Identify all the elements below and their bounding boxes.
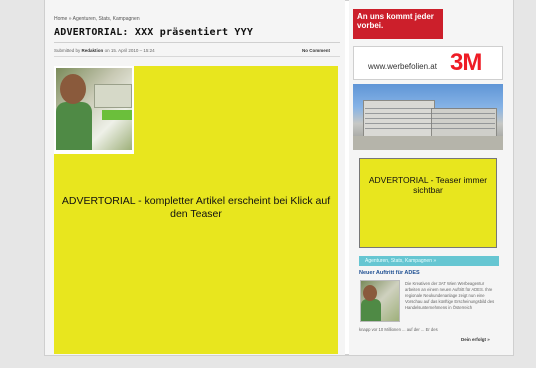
red-banner-ad[interactable]: An uns kommt jeder vorbei. [353, 9, 443, 39]
building-ground [353, 136, 503, 150]
thumbnail-green-strip [102, 110, 132, 120]
sidebar-thumbnail-head [363, 285, 377, 301]
meta-date: on 15. April 2010 – 15:24 [104, 48, 155, 53]
thumbnail-person-head [60, 74, 86, 104]
3m-logo: 3M [450, 49, 482, 76]
advertorial-main-text: ADVERTORIAL - kompletter Artikel erschei… [61, 195, 331, 220]
sidebar-teaser-tail: knapp vor 10 Millionen ... auf der ... E… [359, 327, 438, 332]
thumbnail-sign [94, 84, 132, 108]
advertorial-teaser[interactable]: ADVERTORIAL - Teaser immer sichtbar [359, 158, 497, 248]
3m-banner-ad[interactable]: www.werbefolien.at 3M [353, 46, 503, 80]
building-windows [365, 104, 495, 132]
sidebar-thumbnail[interactable] [360, 280, 400, 322]
divider [54, 42, 340, 43]
article-thumbnail-image[interactable] [56, 68, 132, 150]
meta-prefix: Submitted by [54, 48, 81, 53]
sidebar-headline-link[interactable]: Neuer Auftritt für ADES [359, 270, 420, 276]
bottom-divider [44, 355, 514, 356]
building-photo-ad[interactable] [353, 84, 503, 150]
breadcrumb[interactable]: Home » Agenturen, Stats, Kampagnen [54, 16, 140, 22]
sidebar-teaser-text: Die Kreativen der 3AT Wien Werbeagentur … [405, 281, 495, 310]
read-more-link[interactable]: Dein erfolgt » [461, 337, 490, 342]
article-meta: Submitted by Redaktion on 15. April 2010… [54, 48, 155, 53]
article-title[interactable]: ADVERTORIAL: XXX präsentiert YYY [54, 27, 253, 38]
sidebar-thumbnail-body [361, 299, 381, 321]
thumbnail-person-body [56, 102, 92, 150]
comments-link[interactable]: No Comment [302, 48, 330, 53]
sidebar-section-header[interactable]: Agenturen, Stats, Kampagnen » [359, 256, 499, 266]
3m-banner-url: www.werbefolien.at [368, 62, 437, 71]
divider [54, 56, 340, 57]
meta-author[interactable]: Redaktion [82, 48, 104, 53]
